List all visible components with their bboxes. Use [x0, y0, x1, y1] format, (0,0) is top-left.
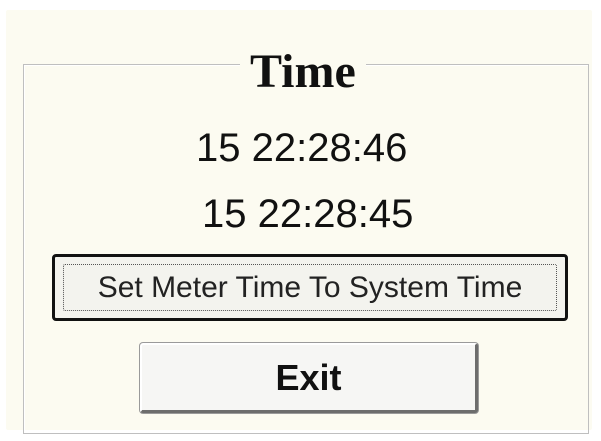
time-group-title: Time [240, 44, 366, 100]
time-dialog: Time 15 22:28:46 15 22:28:45 Set Meter T… [0, 0, 601, 441]
system-time-value: 15 22:28:45 [202, 192, 414, 236]
set-meter-time-button[interactable]: Set Meter Time To System Time [52, 254, 568, 321]
exit-button-label: Exit [275, 356, 342, 398]
exit-button[interactable]: Exit [140, 343, 478, 413]
meter-time-value: 15 22:28:46 [196, 126, 408, 170]
button-focus-rectangle: Set Meter Time To System Time [63, 264, 557, 311]
set-meter-time-button-label: Set Meter Time To System Time [97, 270, 523, 304]
